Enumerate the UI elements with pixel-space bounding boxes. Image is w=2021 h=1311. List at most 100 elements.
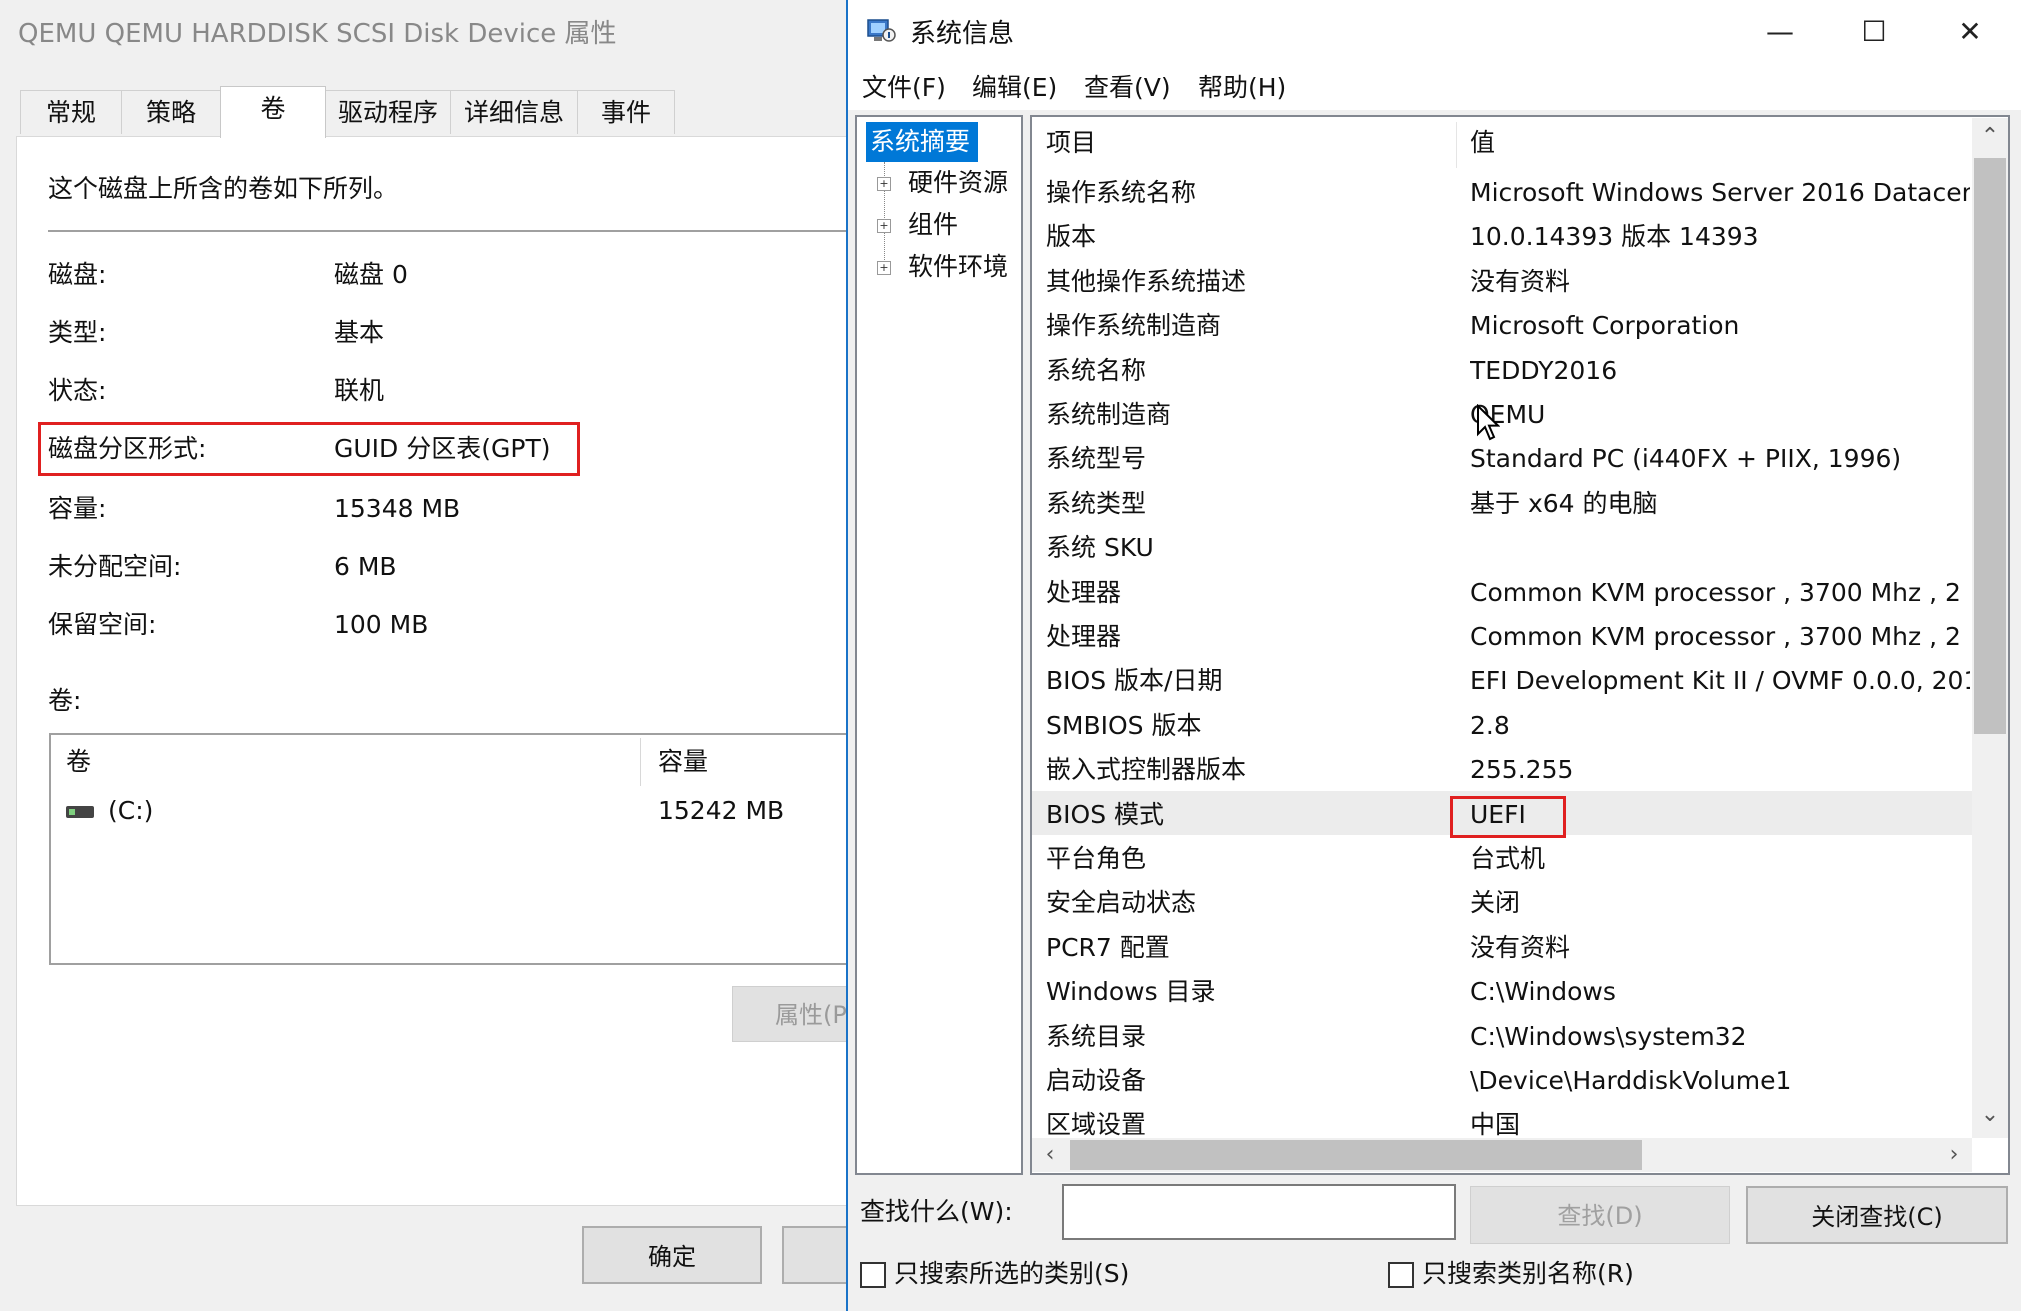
expand-icon[interactable]: + [877,177,891,191]
row-value: C:\Windows\system32 [1470,1022,1747,1051]
row-item[interactable]: PCR7 配置 [1046,927,1446,969]
scroll-down-icon[interactable]: ⌄ [1974,1100,2006,1130]
tab-driver[interactable]: 驱动程序 [325,90,451,134]
volume-row-capacity: 15242 MB [658,796,785,825]
row-item[interactable]: BIOS 模式 [1046,794,1446,836]
row-value: 没有资料 [1470,933,1571,962]
field-label-status: 状态: [48,376,107,405]
expand-icon[interactable]: + [877,219,891,233]
find-label: 查找什么(W): [860,1197,1013,1226]
row-item[interactable]: Windows 目录 [1046,971,1446,1013]
row-item[interactable]: 平台角色 [1046,838,1446,880]
row-value: 255.255 [1470,755,1574,784]
menu-help[interactable]: 帮助(H) [1198,68,1286,108]
row-value: 没有资料 [1470,267,1571,296]
row-item[interactable]: 嵌入式控制器版本 [1046,749,1446,791]
expand-icon[interactable]: + [877,261,891,275]
window-title: 系统信息 [910,19,1015,49]
row-value: 关闭 [1470,888,1521,917]
field-label-type: 类型: [48,318,107,347]
column-header-value[interactable]: 值 [1470,122,1495,164]
row-item[interactable]: 其他操作系统描述 [1046,261,1446,303]
close-find-button[interactable]: 关闭查找(C) [1746,1186,2008,1244]
divider [48,230,848,232]
tree-item-components[interactable]: 组件 [908,205,958,245]
row-value: C:\Windows [1470,977,1616,1006]
menu-edit[interactable]: 编辑(E) [972,68,1057,108]
row-value: 2.8 [1470,711,1510,740]
volume-row-name[interactable]: (C:) [108,794,153,828]
search-category-names-label[interactable]: 只搜索类别名称(R) [1422,1254,1634,1294]
field-value-status: 联机 [334,376,385,405]
tree-item-software[interactable]: 软件环境 [908,247,1008,287]
search-selected-category-checkbox[interactable] [860,1262,886,1288]
column-separator[interactable] [1456,122,1457,168]
row-item[interactable]: 处理器 [1046,616,1446,658]
minimize-button[interactable]: — [1752,10,1808,54]
search-category-names-checkbox[interactable] [1388,1262,1414,1288]
row-value: \Device\HarddiskVolume1 [1470,1066,1792,1095]
list-header [1032,118,1972,168]
field-value-capacity: 15348 MB [334,494,461,523]
tab-volumes[interactable]: 卷 [220,86,326,138]
row-value: 10.0.14393 版本 14393 [1470,222,1759,251]
tree-item-system-summary[interactable]: 系统摘要 [866,122,978,162]
tab-policies[interactable]: 策略 [121,90,221,134]
ok-button[interactable]: 确定 [582,1226,762,1284]
row-item[interactable]: 安全启动状态 [1046,882,1446,924]
row-item[interactable]: 系统制造商 [1046,394,1446,436]
volumes-list[interactable] [49,733,869,965]
tree-item-hardware[interactable]: 硬件资源 [908,163,1008,203]
row-item[interactable]: SMBIOS 版本 [1046,705,1446,747]
menu-view[interactable]: 查看(V) [1084,68,1171,108]
partition-style-highlight [38,422,580,476]
row-item[interactable]: 系统 SKU [1046,527,1446,569]
mouse-cursor-icon [1477,404,1500,441]
row-item[interactable]: 操作系统名称 [1046,172,1446,214]
cancel-button[interactable] [782,1226,852,1284]
scroll-up-icon[interactable]: ⌃ [1974,122,2006,152]
row-value: 基于 x64 的电脑 [1470,489,1658,518]
column-separator [640,738,641,786]
tab-general[interactable]: 常规 [20,90,122,134]
scroll-left-icon[interactable]: ‹ [1036,1140,1064,1170]
properties-button[interactable]: 属性(P) [732,986,852,1042]
vertical-scrollbar-thumb[interactable] [1974,158,2006,734]
row-value: TEDDY2016 [1470,356,1618,385]
row-value: Standard PC (i440FX + PIIX, 1996) [1470,444,1902,473]
row-item[interactable]: 启动设备 [1046,1060,1446,1102]
maximize-button[interactable]: ☐ [1846,10,1902,54]
find-input[interactable] [1062,1184,1456,1240]
volumes-column-capacity[interactable]: 容量 [658,745,708,779]
horizontal-scrollbar-thumb[interactable] [1070,1140,1642,1170]
row-item[interactable]: 系统类型 [1046,483,1446,525]
row-value [1470,527,1970,569]
row-item[interactable]: 操作系统制造商 [1046,305,1446,347]
menu-file[interactable]: 文件(F) [862,68,946,108]
row-value: Common KVM processor , 3700 Mhz , 2 [1470,578,1961,607]
tab-details[interactable]: 详细信息 [450,90,578,134]
volumes-description: 这个磁盘上所含的卷如下所列。 [48,174,399,203]
field-value-unallocated: 6 MB [334,552,397,581]
row-item[interactable]: 版本 [1046,216,1446,258]
row-item[interactable]: 处理器 [1046,572,1446,614]
dialog-title: QEMU QEMU HARDDISK SCSI Disk Device 属性 [18,19,617,49]
search-selected-category-label[interactable]: 只搜索所选的类别(S) [894,1254,1129,1294]
row-item[interactable]: 系统目录 [1046,1016,1446,1058]
volumes-column-volume[interactable]: 卷 [66,745,91,779]
field-label-unallocated: 未分配空间: [48,552,182,581]
tab-events[interactable]: 事件 [577,90,675,134]
find-button[interactable]: 查找(D) [1470,1186,1730,1244]
volumes-label: 卷: [48,686,82,715]
column-header-item[interactable]: 项目 [1046,122,1096,164]
row-item[interactable]: BIOS 版本/日期 [1046,660,1446,702]
close-button[interactable]: ✕ [1942,10,1998,54]
scroll-right-icon[interactable]: › [1940,1140,1968,1170]
drive-icon [66,806,94,818]
row-value: 台式机 [1470,844,1546,873]
field-value-disk: 磁盘 0 [334,260,408,289]
row-value: Common KVM processor , 3700 Mhz , 2 [1470,622,1961,651]
row-item[interactable]: 系统名称 [1046,350,1446,392]
field-value-type: 基本 [334,318,385,347]
row-item[interactable]: 系统型号 [1046,438,1446,480]
